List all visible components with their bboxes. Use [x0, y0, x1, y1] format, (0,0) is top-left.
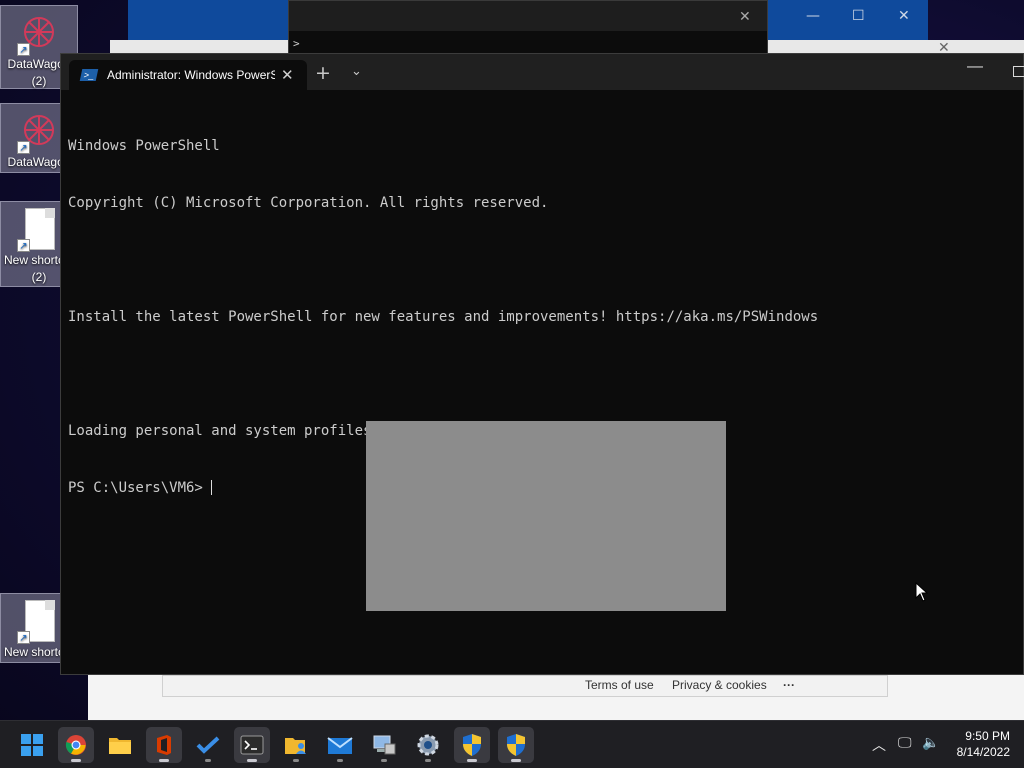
- shortcut-arrow-icon: ↗: [17, 631, 30, 644]
- folder-icon[interactable]: [102, 727, 138, 763]
- mouse-pointer-icon: [915, 582, 929, 602]
- shortcut-arrow-icon: ↗: [17, 239, 30, 252]
- shortcut-arrow-icon: ↗: [17, 141, 30, 154]
- background-window-terminal[interactable]: ✕ >: [288, 0, 768, 55]
- maximize-icon[interactable]: ☐: [852, 8, 865, 24]
- minimize-icon[interactable]: —: [806, 8, 820, 24]
- close-tab-icon[interactable]: ✕: [281, 66, 294, 84]
- tab-bar: >_ Administrator: Windows PowerShell ✕ +…: [61, 54, 1024, 90]
- volume-icon[interactable]: 🔈: [922, 735, 939, 751]
- checkmark-icon[interactable]: [190, 727, 226, 763]
- taskbar: ︿ 🖵 🔈 9:50 PM 8/14/2022: [0, 720, 1024, 768]
- close-icon[interactable]: ✕: [739, 9, 751, 25]
- minimize-button[interactable]: —: [967, 58, 983, 76]
- chevron-down-icon[interactable]: ⌄: [351, 64, 362, 79]
- clock[interactable]: 9:50 PM 8/14/2022: [948, 728, 1010, 760]
- shield-icon[interactable]: [498, 727, 534, 763]
- gear-icon[interactable]: [410, 727, 446, 763]
- tab-powershell[interactable]: >_ Administrator: Windows PowerShell ✕: [69, 60, 307, 90]
- prompt-text: PS C:\Users\VM6>: [68, 480, 212, 496]
- close-icon[interactable]: ✕: [898, 8, 910, 24]
- windows-start-icon[interactable]: [14, 727, 50, 763]
- folder-person-icon[interactable]: [278, 727, 314, 763]
- clock-date: 8/14/2022: [956, 745, 1010, 759]
- desktop-icon-sublabel: (2): [31, 270, 47, 284]
- maximize-button[interactable]: [1013, 66, 1024, 77]
- new-tab-button[interactable]: +: [315, 62, 331, 84]
- shield-icon[interactable]: [454, 727, 490, 763]
- shortcut-arrow-icon: ↗: [17, 43, 30, 56]
- clock-time: 9:50 PM: [965, 729, 1010, 743]
- text-cursor: [211, 480, 213, 495]
- console-line: Windows PowerShell: [68, 138, 220, 154]
- tab-title: Administrator: Windows PowerShell: [107, 68, 275, 82]
- powershell-icon: >_: [79, 69, 99, 81]
- privacy-cookies-link[interactable]: Privacy & cookies: [672, 678, 767, 692]
- document-icon: ↗: [17, 208, 61, 252]
- datawagon-icon: ↗: [17, 110, 61, 154]
- console-line: Copyright (C) Microsoft Corporation. All…: [68, 195, 549, 211]
- terms-of-use-link[interactable]: Terms of use: [585, 678, 654, 692]
- network-computer-icon[interactable]: [366, 727, 402, 763]
- background-prompt: >: [289, 31, 767, 55]
- windows-terminal-window[interactable]: >_ Administrator: Windows PowerShell ✕ +…: [60, 53, 1024, 675]
- desktop-icon-sublabel: (2): [31, 74, 47, 88]
- document-icon: ↗: [17, 600, 61, 644]
- chevron-up-icon[interactable]: ︿: [872, 735, 886, 755]
- network-icon[interactable]: 🖵: [898, 735, 912, 751]
- gray-overlay-box: [366, 421, 726, 611]
- office-icon[interactable]: [146, 727, 182, 763]
- chrome-icon[interactable]: [58, 727, 94, 763]
- terminal-icon[interactable]: [234, 727, 270, 763]
- console-line: Install the latest PowerShell for new fe…: [68, 309, 819, 325]
- background-window-browser-footer: Terms of use Privacy & cookies ···: [88, 675, 1024, 720]
- datawagon-icon: ↗: [17, 12, 61, 56]
- mail-icon[interactable]: [322, 727, 358, 763]
- footer-bar: Terms of use Privacy & cookies ···: [162, 675, 888, 697]
- more-options-icon[interactable]: ···: [783, 678, 795, 692]
